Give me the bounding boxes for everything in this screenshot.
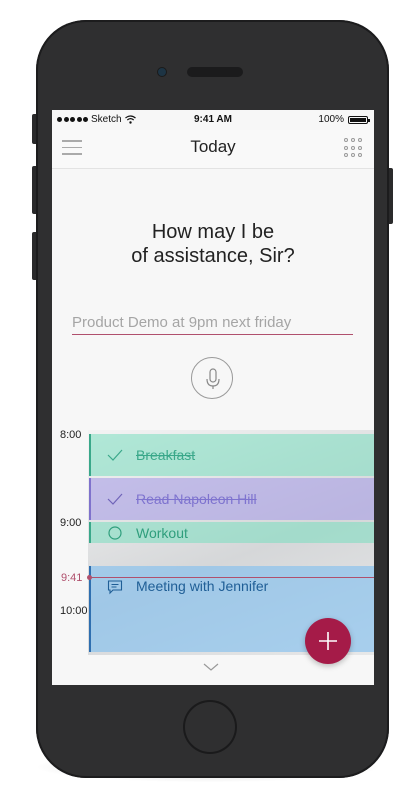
event-title: Meeting with Jennifer bbox=[136, 578, 269, 594]
prompt-line-1: How may I be bbox=[151, 221, 275, 243]
command-input[interactable] bbox=[72, 310, 353, 335]
power-button bbox=[389, 168, 393, 224]
battery-icon bbox=[348, 115, 370, 124]
checkmark-icon bbox=[106, 490, 124, 508]
add-event-button[interactable] bbox=[305, 618, 351, 664]
app-screen: Sketch 9:41 AM 100% Today How may I be o… bbox=[52, 110, 374, 685]
volume-down-button bbox=[32, 232, 36, 280]
page-title: Today bbox=[190, 137, 236, 156]
assistant-prompt: How may I be of assistance, Sir? bbox=[52, 220, 374, 268]
comment-icon bbox=[106, 578, 124, 596]
nav-bar: Today bbox=[52, 130, 374, 169]
hour-label-10: 10:00 bbox=[60, 605, 88, 617]
circle-icon[interactable] bbox=[106, 524, 124, 542]
hour-label-8: 8:00 bbox=[60, 429, 82, 441]
grid-icon[interactable] bbox=[344, 138, 364, 158]
current-time-dot bbox=[87, 575, 92, 580]
current-time-line bbox=[89, 577, 374, 578]
mute-switch bbox=[32, 114, 36, 144]
event-title: Breakfast bbox=[136, 447, 196, 463]
checkmark-icon bbox=[106, 446, 124, 464]
prompt-line-2: of assistance, Sir? bbox=[131, 245, 295, 267]
chevron-down-icon[interactable] bbox=[202, 661, 220, 673]
current-time-label: 9:41 bbox=[61, 572, 83, 584]
plus-icon bbox=[319, 632, 337, 650]
event-read-napoleon-hill[interactable]: Read Napoleon Hill bbox=[89, 478, 374, 520]
status-bar: Sketch 9:41 AM 100% bbox=[52, 110, 374, 130]
home-button[interactable] bbox=[183, 700, 237, 754]
mic-button[interactable] bbox=[191, 357, 233, 399]
front-camera bbox=[158, 68, 166, 76]
earpiece-speaker bbox=[187, 67, 243, 77]
event-title: Read Napoleon Hill bbox=[136, 491, 257, 507]
event-title: Workout bbox=[136, 524, 188, 541]
microphone-icon bbox=[206, 368, 220, 389]
volume-up-button bbox=[32, 166, 36, 214]
hour-label-9: 9:00 bbox=[60, 517, 82, 529]
battery-percent: 100% bbox=[318, 114, 344, 125]
event-workout[interactable]: Workout bbox=[89, 522, 374, 543]
event-breakfast[interactable]: Breakfast bbox=[89, 434, 374, 476]
